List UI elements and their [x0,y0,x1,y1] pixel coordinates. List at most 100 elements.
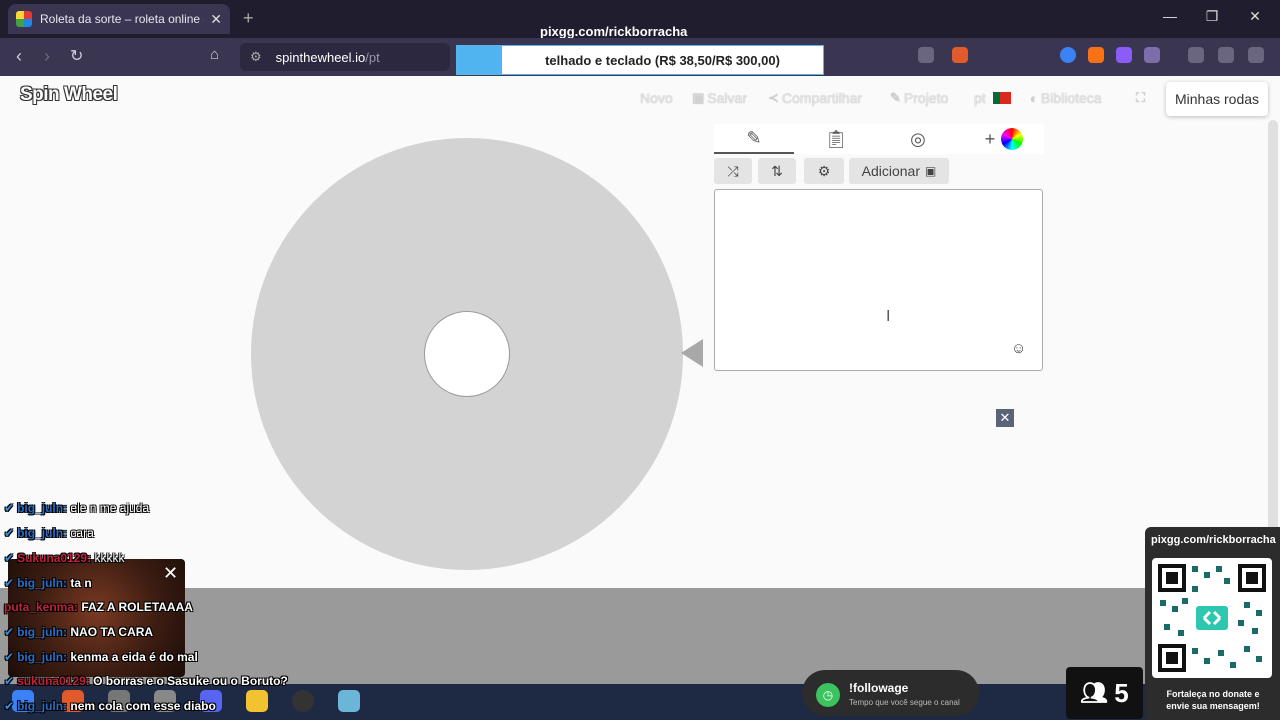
obs-app-icon[interactable] [292,690,314,712]
image-icon: ▣ [925,164,937,178]
qr-code [1152,558,1272,678]
menu-salvar[interactable]: ▣ Salvar [692,90,747,106]
new-tab-plus-icon[interactable]: + [243,8,254,29]
chat-user: big_juln: [17,526,68,540]
address-bar[interactable]: ⚙ spinthewheel.io/pt [240,43,450,71]
forward-arrow-icon[interactable]: › [44,46,50,67]
puzzle-icon[interactable] [1116,47,1132,63]
app-icon[interactable] [338,690,360,712]
menu-biblioteca-label: Biblioteca [1040,90,1102,106]
scrollbar[interactable] [1268,120,1278,580]
sidebar-icon[interactable] [1188,47,1204,63]
chat-user: big_juln: [17,576,68,590]
chat-user: big_juln: [17,650,68,664]
timer-icon: ◷ [816,683,840,707]
settings-button[interactable]: ⚙ [804,158,844,184]
eye-off-icon: ◎ [910,128,926,149]
chat-text: kenma a eida é do mal [70,650,198,664]
menu-projeto-label: Projeto [903,90,949,106]
brave-shield-icon[interactable] [952,47,968,63]
wheel-center-hub[interactable] [424,311,510,397]
minimize-icon[interactable]: — [1155,8,1185,24]
fullscreen-icon[interactable]: ⛶ [1136,90,1145,106]
tab-title: Roleta da sorte – roleta online gr [40,12,205,26]
viewer-count: 5 [1114,677,1129,708]
extension-icon[interactable] [1060,47,1076,63]
plus-icon: + [984,128,996,149]
popup-close-icon[interactable]: ✕ [163,563,178,584]
window-close-icon[interactable]: ✕ [1240,8,1270,25]
menu-projeto[interactable]: ✎ Projeto [890,90,948,106]
menu-compartilhar-label: Compartilhar [781,90,863,106]
close-icon[interactable]: ✕ [996,409,1014,427]
chat-user: sukuna0129: [17,674,90,688]
extension-icon[interactable] [1088,47,1104,63]
menu-icon[interactable] [1248,47,1264,63]
donation-goal-bar: telhado e teclado (R$ 38,50/R$ 300,00) [456,45,824,75]
clipboard-icon: 📋︎ [824,128,848,149]
bookmark-icon[interactable]: ⌂ [210,46,219,63]
reload-icon[interactable]: ↻ [70,46,83,66]
chat-text: FAZ A ROLETAAAA [81,600,193,614]
my-wheels-button[interactable]: Minhas rodas [1166,82,1268,116]
chat-message: ✔ sukuna0129: O borras e o Sasuke ou o Bo… [4,674,288,688]
pencil-icon: ✎ [746,127,762,148]
language-selector[interactable]: pt [974,90,1011,106]
verified-check-icon: ✔ [4,551,15,565]
file-explorer-icon[interactable] [246,690,268,712]
people-icon: 👥︎ [1080,680,1109,705]
browser-tab[interactable]: Roleta da sorte – roleta online gr ✕ [8,4,230,34]
chat-message: ✔ Sukuna0129: kkkkk [4,551,124,565]
chat-user: big_juln: [17,699,68,713]
chat-user: puta_kenma: [4,600,79,614]
tab-results[interactable]: 📋︎ [796,124,876,154]
chat-message: ✔ big_juln: kenma a eida é do mal [4,650,198,664]
viewer-count-widget: 👥︎ 5 [1066,667,1143,719]
language-label: pt [974,90,986,106]
reader-mode-icon[interactable] [918,47,934,63]
stream-overlay-url: pixgg.com/rickborracha [540,24,688,39]
entries-textarea[interactable] [714,189,1043,371]
smiley-icon[interactable]: ☺ [1011,340,1026,357]
chat-text: NAO TA CARA [70,625,154,639]
tab-hidden[interactable]: ◎ [878,124,958,154]
qr-panel-url: pixgg.com/rickborracha [1151,534,1276,546]
sort-button[interactable]: ⇅ [758,158,796,184]
restore-icon[interactable]: ❐ [1197,8,1227,25]
chat-message: puta_kenma: FAZ A ROLETAAAA [4,600,193,614]
tab-close-icon[interactable]: ✕ [210,11,222,28]
followage-title: !followage [849,681,909,695]
tab-edit[interactable]: ✎ [714,124,794,154]
verified-check-icon: ✔ [4,625,15,639]
chat-text: cara [70,526,94,540]
verified-check-icon: ✔ [4,650,15,664]
add-image-label: Adicionar [861,163,921,179]
chat-message: ✔ big_juln: NAO TA CARA [4,625,153,639]
address-site: spinthewheel.io [275,49,366,65]
chat-text: kkkkk [94,551,125,565]
menu-novo[interactable]: Novo [640,90,673,106]
followage-subtitle: Tempo que você segue o canal [849,698,960,707]
vpn-icon[interactable] [1218,47,1234,63]
shuffle-icon: ⤮ [727,162,739,179]
site-logo[interactable]: Spin Wheel [20,84,118,106]
menu-biblioteca[interactable]: ◐ Biblioteca [1030,90,1102,106]
sort-icon: ⇅ [771,162,783,179]
chat-message: ✔ big_juln: nem cola com esse diabo [4,699,216,713]
back-arrow-icon[interactable]: ‹ [16,46,22,67]
editor-tabs: ✎ 📋︎ ◎ + [714,124,1044,154]
menu-novo-label: Novo [640,90,673,106]
verified-check-icon: ✔ [4,526,15,540]
favicon-icon [16,11,32,27]
tab-add-color[interactable]: + [964,124,1044,154]
verified-check-icon: ✔ [4,501,15,515]
wheel-pointer [681,339,703,367]
shuffle-button[interactable]: ⤮ [714,158,752,184]
chat-user: big_juln: [17,625,68,639]
add-image-button[interactable]: Adicionar ▣ [849,158,949,184]
address-path: /pt [365,49,380,65]
site-settings-icon[interactable]: ⚙ [250,49,262,65]
menu-compartilhar[interactable]: ≺ Compartilhar [768,90,862,106]
chat-text: O borras e o Sasuke ou o Boruto? [93,674,288,688]
wallet-icon[interactable] [1144,47,1160,63]
